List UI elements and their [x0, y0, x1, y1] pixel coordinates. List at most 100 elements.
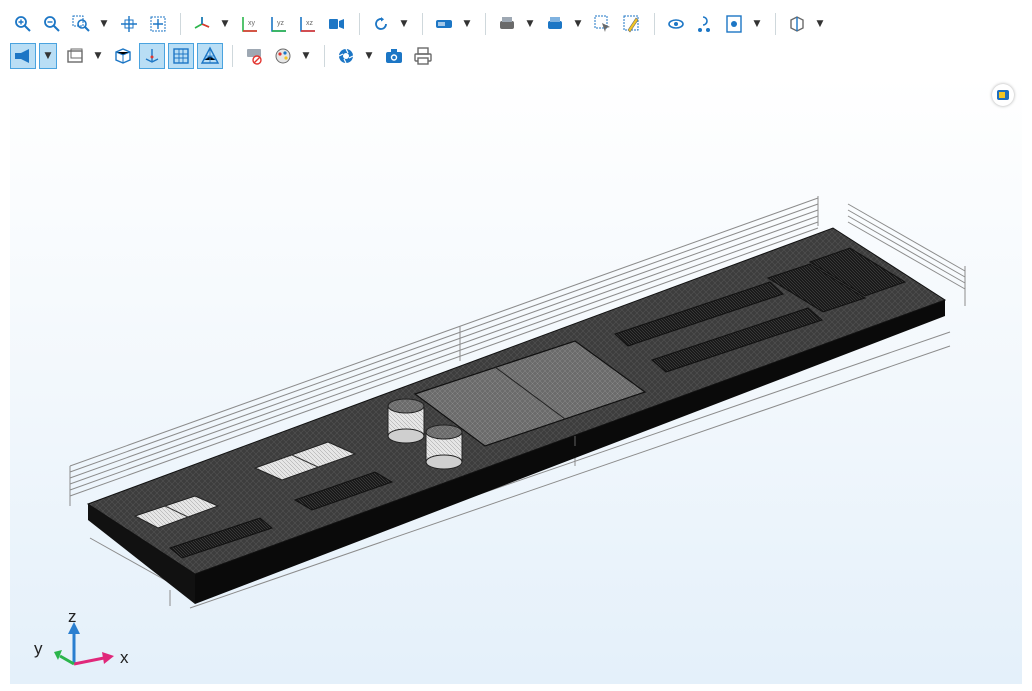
- show-grid-dropdown[interactable]: ▼: [91, 43, 105, 69]
- go-to-default-view-button[interactable]: [189, 11, 215, 37]
- select-box-button[interactable]: [590, 11, 616, 37]
- yz-view-button[interactable]: yz: [266, 11, 292, 37]
- chevron-down-icon: ▼: [100, 19, 108, 29]
- capacitor-1: [387, 398, 425, 444]
- zoom-to-selection-button[interactable]: [145, 11, 171, 37]
- graphics-toolbar: ▼ ▼ xy yz xz ▼ ▼ ▼ ▼ ▼ ▼ ▼ ▼ ▼ ▼: [0, 0, 1032, 76]
- chevron-down-icon: ▼: [221, 19, 229, 29]
- render-settings-icon: [336, 46, 356, 66]
- svg-text:yz: yz: [277, 20, 285, 27]
- zoom-box-dropdown[interactable]: ▼: [97, 11, 111, 37]
- image-snapshot-button[interactable]: [381, 43, 407, 69]
- show-geometry-labels-button[interactable]: [139, 43, 165, 69]
- svg-text:xz: xz: [306, 20, 314, 27]
- show-grid-icon: [65, 46, 85, 66]
- toolbar-separator: [485, 13, 486, 35]
- camera-direction-dropdown[interactable]: ▼: [39, 43, 57, 69]
- show-mesh-icon: [171, 46, 191, 66]
- reset-rotation-dropdown[interactable]: ▼: [397, 11, 411, 37]
- hide-selected-icon: [497, 14, 517, 34]
- render-settings-dropdown[interactable]: ▼: [362, 43, 376, 69]
- zoom-extents-icon: [119, 14, 139, 34]
- xy-view-button[interactable]: xy: [237, 11, 263, 37]
- chevron-down-icon: ▼: [574, 19, 582, 29]
- print-icon: [413, 46, 433, 66]
- view-3d-box-icon: [787, 14, 807, 34]
- view-3d-box-button[interactable]: [784, 11, 810, 37]
- graphics-viewport[interactable]: z x y: [10, 76, 1022, 684]
- mesh-triangles-icon: [200, 46, 220, 66]
- lighting-button[interactable]: [692, 11, 718, 37]
- print-button[interactable]: [410, 43, 436, 69]
- zoom-in-button[interactable]: [10, 11, 36, 37]
- view-3d-box-dropdown[interactable]: ▼: [813, 11, 827, 37]
- reset-rotation-button[interactable]: [368, 11, 394, 37]
- axis-label-z: z: [68, 607, 77, 626]
- clear-selection-icon: [622, 14, 642, 34]
- toolbar-separator: [422, 13, 423, 35]
- hide-selected-dropdown[interactable]: ▼: [523, 11, 537, 37]
- view-indicator-icon[interactable]: [992, 84, 1014, 106]
- clear-plot-button[interactable]: [241, 43, 267, 69]
- select-box-icon: [593, 14, 613, 34]
- camera-direction-icon: [13, 46, 33, 66]
- go-to-default-view-dropdown[interactable]: ▼: [218, 11, 232, 37]
- chevron-down-icon: ▼: [816, 19, 824, 29]
- show-axis-orientation-icon: [113, 46, 133, 66]
- scene-light-dropdown[interactable]: ▼: [750, 11, 764, 37]
- xz-view-button[interactable]: xz: [295, 11, 321, 37]
- show-mesh-button[interactable]: [168, 43, 194, 69]
- toolbar-separator: [654, 13, 655, 35]
- color-table-dropdown[interactable]: ▼: [299, 43, 313, 69]
- color-table-button[interactable]: [270, 43, 296, 69]
- zoom-in-icon: [13, 14, 33, 34]
- orthographic-projection-icon: [327, 14, 347, 34]
- show-hidden-icon: [545, 14, 565, 34]
- svg-text:xy: xy: [248, 20, 256, 27]
- yz-view-icon: yz: [269, 14, 289, 34]
- render-settings-button[interactable]: [333, 43, 359, 69]
- color-table-icon: [273, 46, 293, 66]
- xz-view-icon: xz: [298, 14, 318, 34]
- transparency-icon: [666, 14, 686, 34]
- show-hidden-button[interactable]: [542, 11, 568, 37]
- xy-view-icon: xy: [240, 14, 260, 34]
- scene-light-button[interactable]: [721, 11, 747, 37]
- toolbar-separator: [359, 13, 360, 35]
- chevron-down-icon: ▼: [365, 51, 373, 61]
- scene-light-icon: [724, 14, 744, 34]
- wireframe-rendering-button[interactable]: [431, 11, 457, 37]
- zoom-out-icon: [42, 14, 62, 34]
- transparency-button[interactable]: [663, 11, 689, 37]
- zoom-extents-button[interactable]: [116, 11, 142, 37]
- model-scene[interactable]: [10, 76, 1022, 684]
- zoom-to-selection-icon: [148, 14, 168, 34]
- show-hidden-dropdown[interactable]: ▼: [571, 11, 585, 37]
- toolbar-separator: [180, 13, 181, 35]
- chevron-down-icon: ▼: [463, 19, 471, 29]
- zoom-box-button[interactable]: [68, 11, 94, 37]
- chevron-down-icon: ▼: [400, 19, 408, 29]
- clear-plot-icon: [244, 46, 264, 66]
- axis-orientation-triad: z x y: [34, 607, 129, 667]
- show-grid-button[interactable]: [62, 43, 88, 69]
- zoom-out-button[interactable]: [39, 11, 65, 37]
- zoom-box-icon: [71, 14, 91, 34]
- chevron-down-icon: ▼: [753, 19, 761, 29]
- clear-selection-button[interactable]: [619, 11, 645, 37]
- hide-selected-button[interactable]: [494, 11, 520, 37]
- mesh-triangles-button[interactable]: [197, 43, 223, 69]
- capacitor-2: [425, 424, 463, 470]
- chevron-down-icon: ▼: [44, 51, 52, 61]
- axis-label-x: x: [120, 648, 129, 667]
- lighting-icon: [695, 14, 715, 34]
- axis-label-y: y: [34, 639, 43, 658]
- camera-direction-button[interactable]: [10, 43, 36, 69]
- show-axis-orientation-button[interactable]: [110, 43, 136, 69]
- wireframe-rendering-icon: [434, 14, 454, 34]
- show-geometry-labels-icon: [142, 46, 162, 66]
- orthographic-projection-button[interactable]: [324, 11, 350, 37]
- image-snapshot-icon: [384, 46, 404, 66]
- chevron-down-icon: ▼: [526, 19, 534, 29]
- wireframe-rendering-dropdown[interactable]: ▼: [460, 11, 474, 37]
